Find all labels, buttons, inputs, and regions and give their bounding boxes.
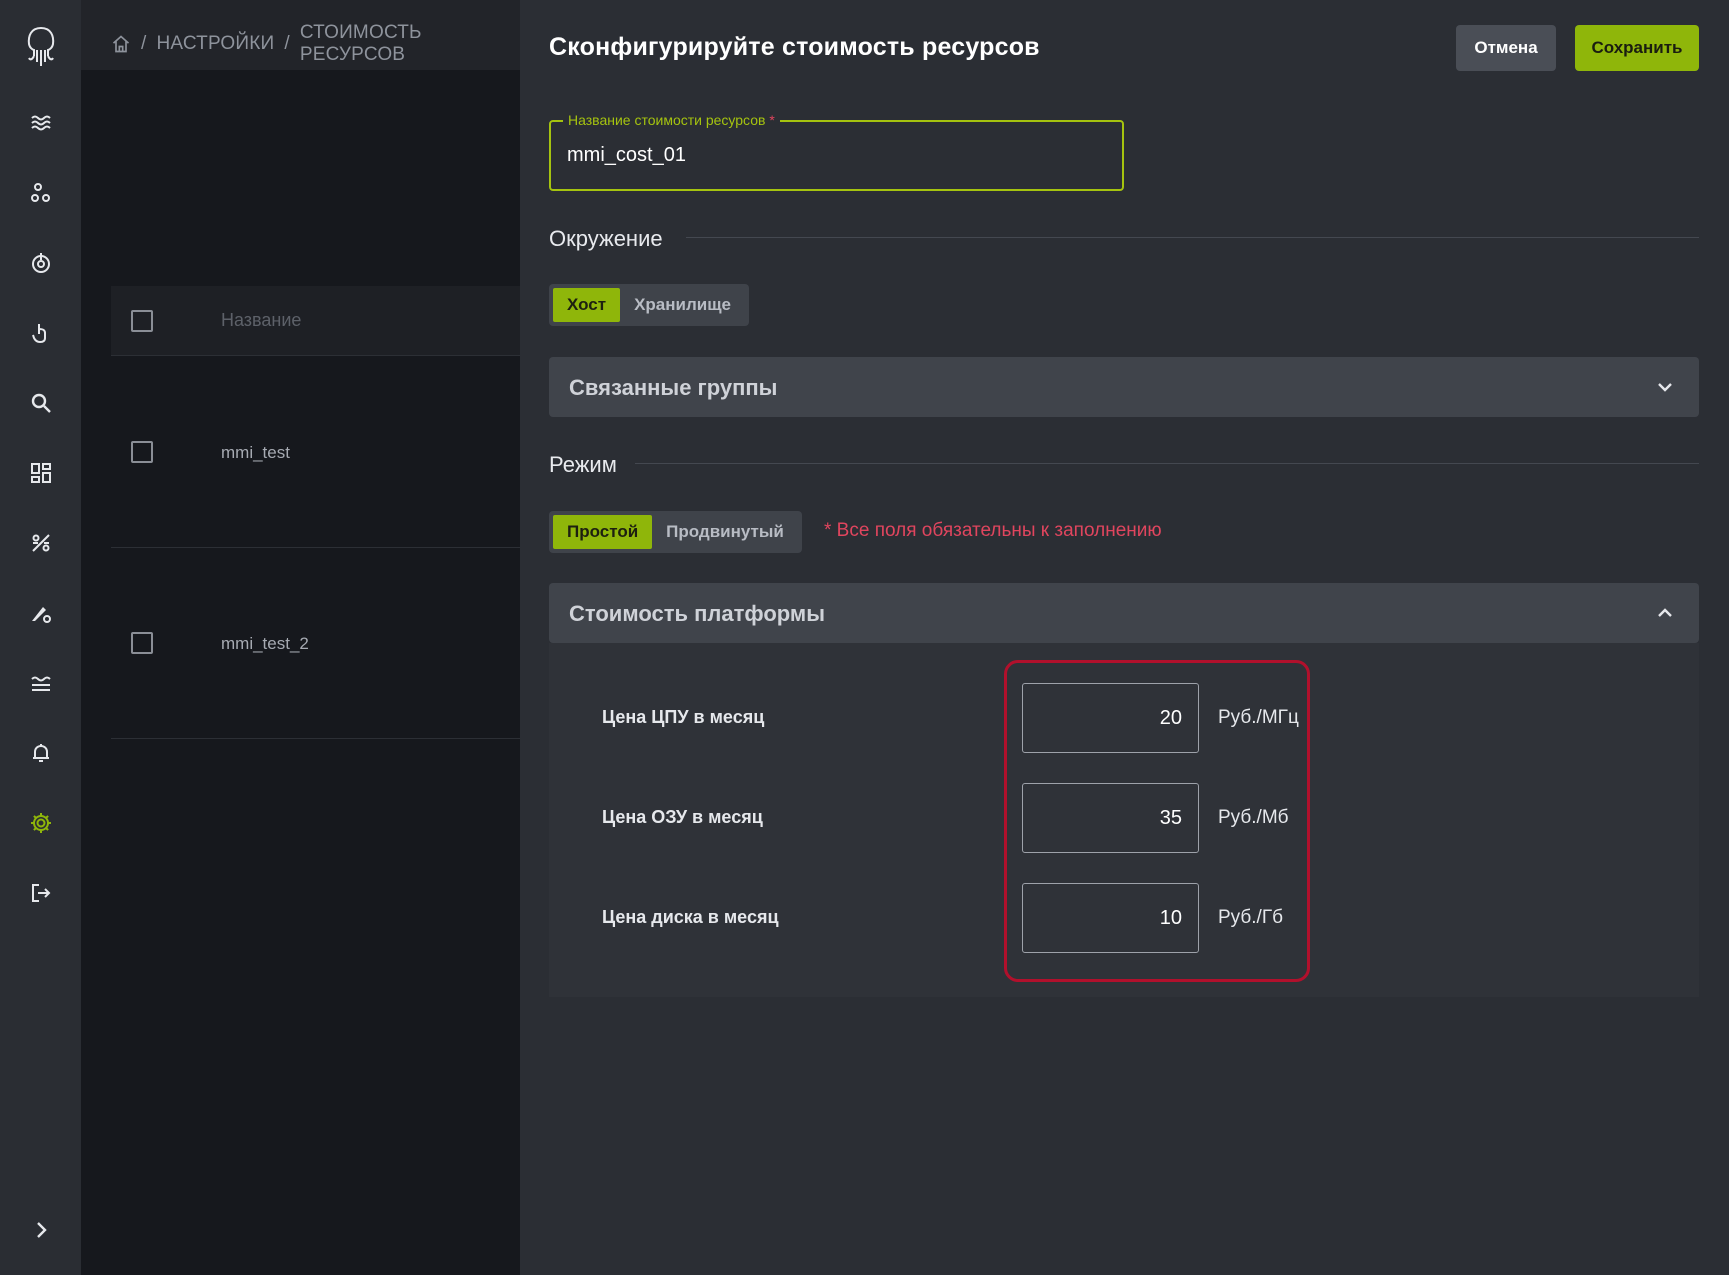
waves-icon[interactable] — [24, 666, 58, 700]
cpu-price-unit: Руб./МГц — [1218, 707, 1299, 728]
linked-groups-title: Связанные группы — [569, 375, 778, 400]
ram-price-unit: Руб./Мб — [1218, 807, 1289, 828]
chevron-down-icon — [1658, 383, 1672, 392]
layers-icon[interactable] — [24, 106, 58, 140]
column-header-name[interactable]: Название — [221, 310, 301, 331]
row-name: mmi_test — [221, 443, 290, 462]
divider — [686, 237, 1699, 238]
chevron-up-icon — [1658, 608, 1672, 617]
disk-price-unit: Руб./Гб — [1218, 907, 1283, 928]
linked-groups-accordion[interactable]: Связанные группы — [549, 357, 1699, 417]
mode-option-advanced[interactable]: Продвинутый — [652, 515, 798, 549]
panel-title: Сконфигурируйте стоимость ресурсов — [549, 33, 1040, 61]
resource-cost-list: / НАСТРОЙКИ / СТОИМОСТЬ РЕСУРСОВ Названи… — [81, 0, 520, 1275]
search-icon[interactable] — [24, 386, 58, 420]
config-drawer: Сконфигурируйте стоимость ресурсов Отмен… — [520, 0, 1729, 1275]
environment-toggle: Хост Хранилище — [549, 284, 750, 326]
chevron-right-icon[interactable] — [24, 1213, 58, 1247]
settings-brush-icon[interactable] — [24, 596, 58, 630]
home-icon[interactable] — [111, 34, 131, 54]
save-button[interactable]: Сохранить — [1575, 25, 1699, 71]
required-note: * Все поля обязательны к заполнению — [824, 520, 1162, 541]
ram-price-input[interactable] — [1022, 783, 1199, 853]
logo-icon[interactable] — [20, 24, 62, 68]
cancel-button[interactable]: Отмена — [1456, 25, 1556, 71]
ram-price-label: Цена ОЗУ в месяц — [602, 807, 763, 827]
environment-heading: Окружение — [549, 226, 663, 251]
percent-icon[interactable] — [24, 526, 58, 560]
env-option-storage[interactable]: Хранилище — [620, 288, 745, 322]
table-row[interactable]: mmi_test — [111, 357, 520, 548]
mode-toggle: Простой Продвинутый — [549, 511, 802, 553]
cost-name-label-text: Название стоимости ресурсов — [568, 112, 766, 128]
table-header: Название — [111, 286, 520, 356]
breadcrumb-resource-cost[interactable]: СТОИМОСТЬ РЕСУРСОВ — [300, 22, 520, 66]
cost-name-input[interactable] — [567, 144, 1107, 167]
cost-name-label: Название стоимости ресурсов * — [563, 112, 780, 128]
platform-cost-body: Цена ЦПУ в месяц Руб./МГц Цена ОЗУ в мес… — [549, 643, 1699, 997]
logout-icon[interactable] — [24, 876, 58, 910]
disk-price-input[interactable] — [1022, 883, 1199, 953]
sidebar — [0, 0, 81, 1275]
dashboard-icon[interactable] — [24, 456, 58, 490]
disk-price-label: Цена диска в месяц — [602, 907, 779, 927]
cluster-icon[interactable] — [24, 176, 58, 210]
mode-option-simple[interactable]: Простой — [553, 515, 653, 549]
breadcrumb-settings[interactable]: НАСТРОЙКИ — [156, 33, 274, 55]
breadcrumb-separator: / — [284, 33, 290, 54]
cpu-price-input[interactable] — [1022, 683, 1199, 753]
select-all-checkbox[interactable] — [131, 310, 153, 332]
divider — [635, 463, 1699, 464]
bell-icon[interactable] — [24, 736, 58, 770]
touch-icon[interactable] — [24, 316, 58, 350]
row-checkbox[interactable] — [131, 441, 153, 463]
table-row[interactable]: mmi_test_2 — [111, 548, 520, 739]
gear-icon[interactable] — [24, 806, 58, 840]
mode-heading: Режим — [549, 452, 617, 477]
power-icon[interactable] — [24, 246, 58, 280]
breadcrumb-separator: / — [141, 33, 147, 54]
breadcrumb: / НАСТРОЙКИ / СТОИМОСТЬ РЕСУРСОВ — [111, 22, 520, 66]
row-name: mmi_test_2 — [221, 634, 309, 653]
env-option-host[interactable]: Хост — [553, 288, 621, 322]
page-header: / НАСТРОЙКИ / СТОИМОСТЬ РЕСУРСОВ — [81, 0, 520, 70]
platform-cost-title: Стоимость платформы — [569, 601, 825, 626]
cpu-price-label: Цена ЦПУ в месяц — [602, 707, 765, 727]
cost-name-field: Название стоимости ресурсов * — [549, 112, 1124, 191]
platform-cost-accordion[interactable]: Стоимость платформы — [549, 583, 1699, 643]
row-checkbox[interactable] — [131, 632, 153, 654]
required-mark: * — [769, 112, 775, 128]
